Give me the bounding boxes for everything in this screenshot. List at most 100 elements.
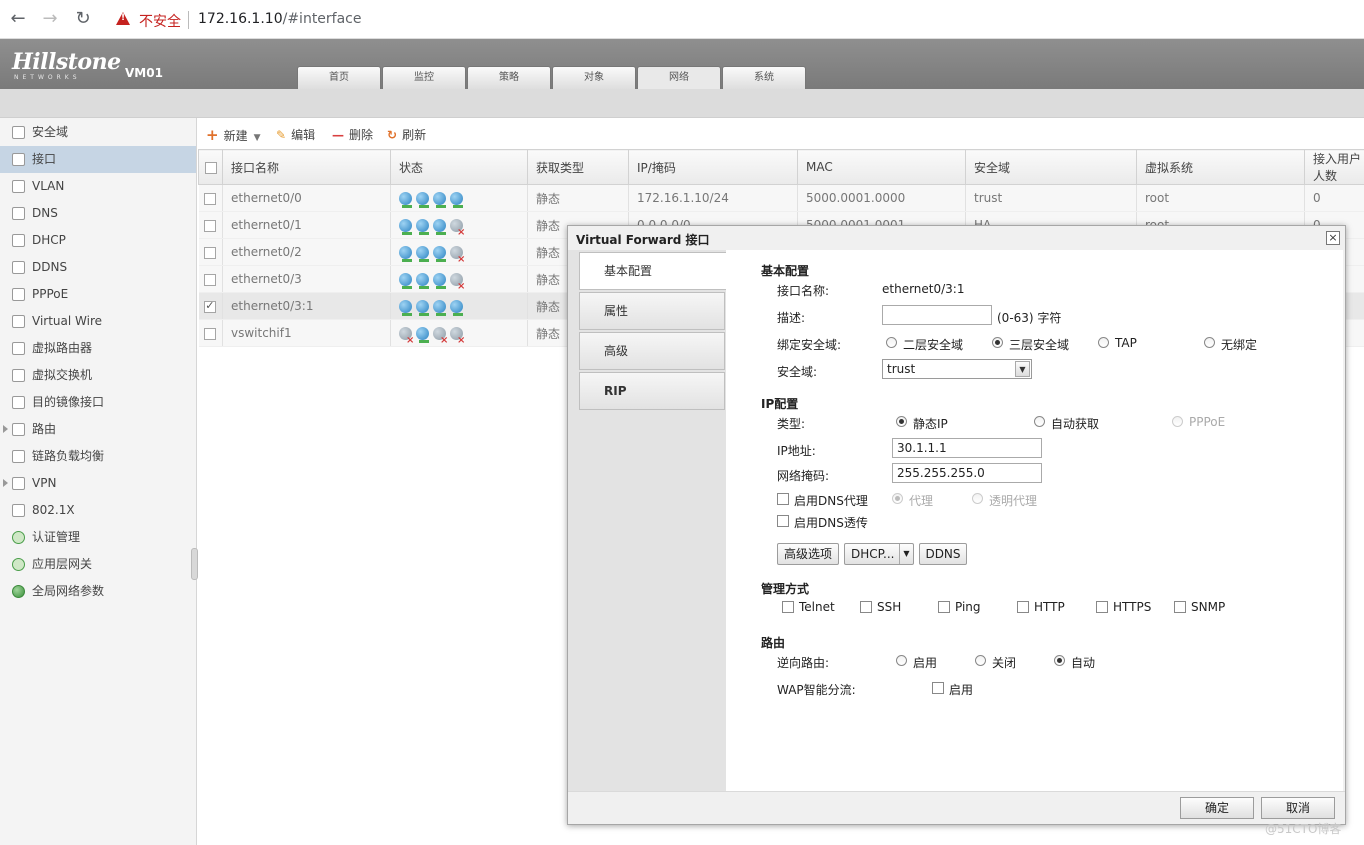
https-checkbox[interactable] bbox=[1096, 601, 1108, 613]
col-ip[interactable]: IP/掩码 bbox=[628, 149, 798, 185]
sidebar-item-vpn[interactable]: VPN bbox=[0, 470, 196, 497]
status-down-icon bbox=[450, 327, 465, 346]
cell-status bbox=[390, 265, 528, 293]
status-up-icon bbox=[399, 300, 412, 316]
sidebar-item-ddns[interactable]: DDNS bbox=[0, 254, 196, 281]
address-bar[interactable]: 172.16.1.10/#interface bbox=[198, 11, 362, 27]
sidebar-item-pppoe[interactable]: PPPoE bbox=[0, 281, 196, 308]
sidebar-item-8021x[interactable]: 802.1X bbox=[0, 497, 196, 524]
radio-tap[interactable] bbox=[1098, 337, 1109, 348]
sidebar-item-global-params[interactable]: 全局网络参数 bbox=[0, 578, 196, 605]
tab-advanced[interactable]: 高级 bbox=[579, 332, 725, 370]
dhcp-button[interactable]: DHCP... ▼ bbox=[844, 543, 914, 565]
status-up-icon bbox=[416, 327, 429, 343]
refresh-button[interactable]: ↻ 刷新 bbox=[387, 126, 426, 143]
radio-reverse-disable[interactable] bbox=[975, 655, 986, 666]
row-checkbox[interactable] bbox=[204, 192, 217, 205]
checkbox[interactable] bbox=[204, 161, 217, 174]
sidebar-item-link-load-balance[interactable]: 链路负载均衡 bbox=[0, 443, 196, 470]
cancel-button[interactable]: 取消 bbox=[1261, 797, 1335, 819]
col-name[interactable]: 接口名称 bbox=[222, 149, 391, 185]
ip-address-input[interactable]: 30.1.1.1 bbox=[892, 438, 1042, 458]
sidebar-item-interface[interactable]: 接口 bbox=[0, 146, 196, 173]
sidebar-item-auth[interactable]: 认证管理 bbox=[0, 524, 196, 551]
ping-checkbox[interactable] bbox=[938, 601, 950, 613]
new-button[interactable]: + 新建 ▼ bbox=[206, 126, 261, 144]
sidebar-item-zone[interactable]: 安全域 bbox=[0, 119, 196, 146]
dialog-tab-list: 基本配置 属性 高级 RIP bbox=[568, 250, 727, 791]
table-row[interactable]: ethernet0/0 静态 172.16.1.10/24 5000.0001.… bbox=[198, 184, 1364, 212]
description-input[interactable] bbox=[882, 305, 992, 325]
col-users[interactable]: 接入用户人数 bbox=[1304, 149, 1364, 185]
snmp-checkbox[interactable] bbox=[1174, 601, 1186, 613]
tab-rip[interactable]: RIP bbox=[579, 372, 725, 410]
tab-object[interactable]: 对象 bbox=[552, 66, 636, 89]
sidebar-item-dns[interactable]: DNS bbox=[0, 200, 196, 227]
row-checkbox[interactable] bbox=[204, 219, 217, 232]
radio-reverse-auto[interactable] bbox=[1054, 655, 1065, 666]
tab-policy[interactable]: 策略 bbox=[467, 66, 551, 89]
col-vsys[interactable]: 虚拟系统 bbox=[1136, 149, 1305, 185]
reload-icon[interactable]: ↻ bbox=[73, 9, 93, 29]
radio-pppoe[interactable] bbox=[1172, 416, 1183, 427]
sidebar-collapse-handle[interactable] bbox=[191, 548, 198, 580]
tab-properties[interactable]: 属性 bbox=[579, 292, 725, 330]
row-checkbox[interactable] bbox=[204, 273, 217, 286]
radio-reverse-enable[interactable] bbox=[896, 655, 907, 666]
edit-button[interactable]: ✎ 编辑 bbox=[276, 126, 315, 143]
delete-button[interactable]: — 删除 bbox=[332, 126, 373, 143]
forward-arrow-icon[interactable]: → bbox=[40, 9, 60, 29]
telnet-checkbox[interactable] bbox=[782, 601, 794, 613]
radio-l3-zone[interactable] bbox=[992, 337, 1003, 348]
ok-button[interactable]: 确定 bbox=[1180, 797, 1254, 819]
dns-passthrough-checkbox[interactable] bbox=[777, 515, 789, 527]
sidebar-item-virtual-wire[interactable]: Virtual Wire bbox=[0, 308, 196, 335]
expand-arrow-icon[interactable] bbox=[3, 479, 8, 487]
tab-basic-config[interactable]: 基本配置 bbox=[579, 252, 727, 290]
sidebar-item-mirror-interface[interactable]: 目的镜像接口 bbox=[0, 389, 196, 416]
ddns-button[interactable]: DDNS bbox=[919, 543, 967, 565]
row-checkbox[interactable] bbox=[204, 299, 217, 313]
ssh-checkbox[interactable] bbox=[860, 601, 872, 613]
col-status[interactable]: 状态 bbox=[390, 149, 528, 185]
wap-enable-checkbox[interactable] bbox=[932, 682, 944, 694]
advanced-options-button[interactable]: 高级选项 bbox=[777, 543, 839, 565]
tab-network[interactable]: 网络 bbox=[637, 66, 721, 89]
expand-arrow-icon[interactable] bbox=[3, 425, 8, 433]
sidebar-item-routing[interactable]: 路由 bbox=[0, 416, 196, 443]
sidebar-item-virtual-switch[interactable]: 虚拟交换机 bbox=[0, 362, 196, 389]
col-type[interactable]: 获取类型 bbox=[527, 149, 629, 185]
caret-down-icon[interactable]: ▼ bbox=[254, 133, 261, 143]
radio-static-ip[interactable] bbox=[896, 416, 907, 427]
col-zone[interactable]: 安全域 bbox=[965, 149, 1137, 185]
radio-no-binding[interactable] bbox=[1204, 337, 1215, 348]
close-icon[interactable]: × bbox=[1326, 231, 1340, 245]
chevron-down-icon[interactable]: ▼ bbox=[1015, 361, 1030, 377]
tab-monitor[interactable]: 监控 bbox=[382, 66, 466, 89]
radio-proxy[interactable] bbox=[892, 493, 903, 504]
tab-home[interactable]: 首页 bbox=[297, 66, 381, 89]
row-checkbox[interactable] bbox=[204, 246, 217, 259]
sidebar-item-vlan[interactable]: VLAN bbox=[0, 173, 196, 200]
radio-transparent-proxy[interactable] bbox=[972, 493, 983, 504]
sidebar-item-alg[interactable]: 应用层网关 bbox=[0, 551, 196, 578]
row-checkbox[interactable] bbox=[204, 327, 217, 340]
select-all-checkbox[interactable] bbox=[198, 149, 223, 185]
sidebar-item-label: 虚拟路由器 bbox=[32, 341, 93, 355]
netmask-input[interactable]: 255.255.255.0 bbox=[892, 463, 1042, 483]
zone-select[interactable]: trust ▼ bbox=[882, 359, 1032, 379]
radio-l2-zone[interactable] bbox=[886, 337, 897, 348]
sidebar-item-dhcp[interactable]: DHCP bbox=[0, 227, 196, 254]
radio-dhcp-auto[interactable] bbox=[1034, 416, 1045, 427]
security-status[interactable]: 不安全 bbox=[139, 11, 181, 31]
caret-down-icon[interactable]: ▼ bbox=[899, 544, 913, 564]
col-mac[interactable]: MAC bbox=[797, 149, 966, 185]
dns-proxy-checkbox[interactable] bbox=[777, 493, 789, 505]
interface-config-dialog: Virtual Forward 接口 × 基本配置 属性 高级 RIP 基本配置… bbox=[567, 225, 1346, 825]
back-arrow-icon[interactable]: ← bbox=[8, 9, 28, 29]
warning-icon[interactable] bbox=[116, 12, 130, 25]
radio-label: 透明代理 bbox=[989, 494, 1038, 508]
http-checkbox[interactable] bbox=[1017, 601, 1029, 613]
tab-system[interactable]: 系统 bbox=[722, 66, 806, 89]
sidebar-item-virtual-router[interactable]: 虚拟路由器 bbox=[0, 335, 196, 362]
